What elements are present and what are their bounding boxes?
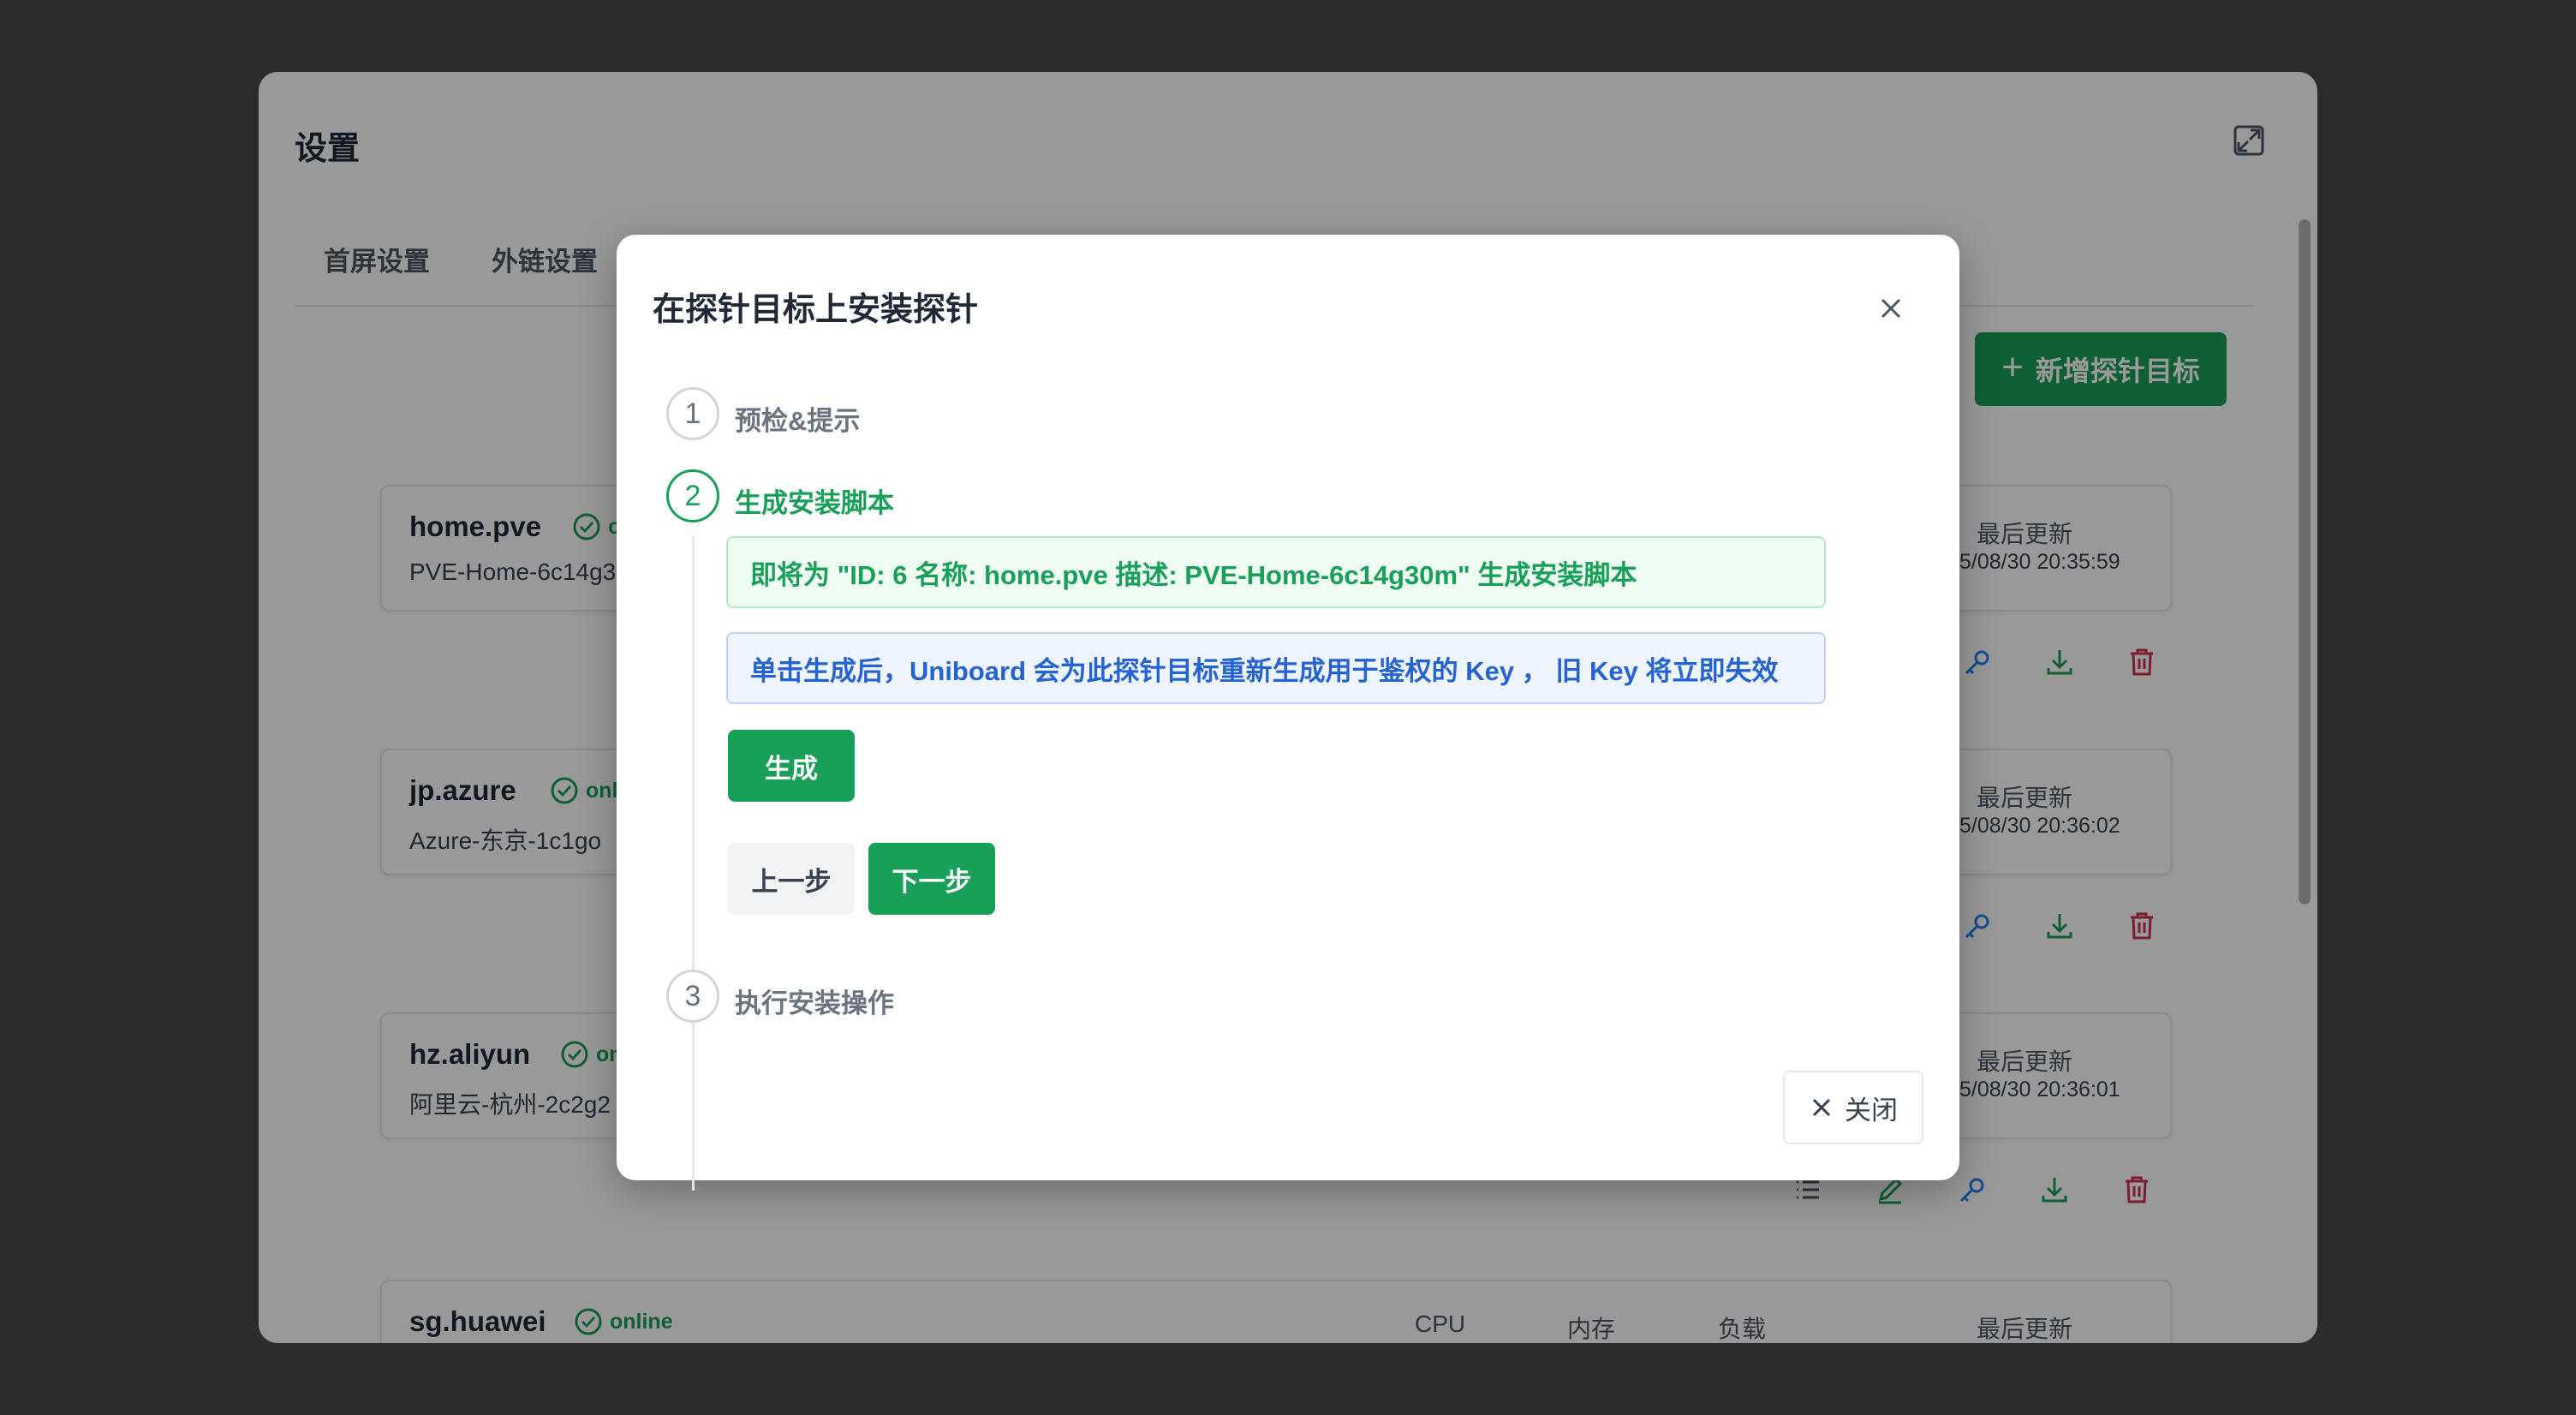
- step-connector: [692, 536, 695, 1191]
- next-step-button[interactable]: 下一步: [868, 843, 995, 915]
- modal-title: 在探针目标上安装探针: [653, 292, 979, 328]
- close-button[interactable]: 关闭: [1783, 1071, 1923, 1144]
- close-button-label: 关闭: [1845, 1095, 1898, 1125]
- install-probe-modal: 在探针目标上安装探针 1 预检&提示 2 生成安装脚本 即将为 "ID: 6 名…: [617, 235, 1959, 1191]
- step-3-indicator: 3: [666, 970, 719, 1023]
- step-1-indicator: 1: [666, 387, 719, 440]
- close-icon: [1812, 1098, 1831, 1117]
- success-alert: 即将为 "ID: 6 名称: home.pve 描述: PVE-Home-6c1…: [726, 536, 1826, 608]
- info-alert: 单击生成后，Uniboard 会为此探针目标重新生成用于鉴权的 Key ， 旧 …: [726, 632, 1826, 704]
- step-2-indicator: 2: [666, 469, 719, 522]
- step-3-title: 执行安装操作: [735, 988, 894, 1018]
- step-1-title: 预检&提示: [735, 406, 861, 436]
- step-2-title: 生成安装脚本: [735, 488, 894, 518]
- prev-step-button[interactable]: 上一步: [728, 843, 855, 915]
- close-icon[interactable]: [1872, 290, 1910, 327]
- generate-button[interactable]: 生成: [728, 730, 855, 802]
